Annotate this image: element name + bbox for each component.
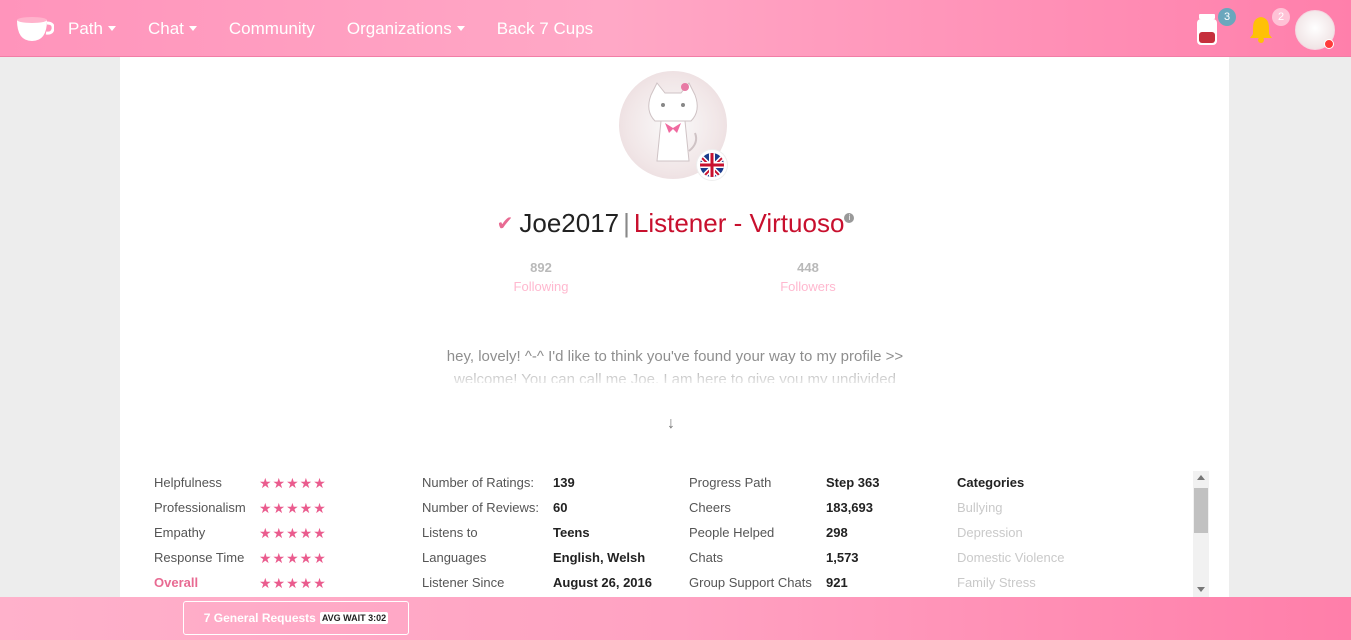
star-rating: ★★★★★ — [259, 525, 327, 541]
category-link[interactable]: Bullying — [957, 498, 1003, 518]
teacup-logo-icon[interactable] — [14, 11, 54, 47]
followers-count: 448 — [797, 260, 819, 275]
detail-label: Number of Reviews: — [422, 500, 540, 515]
progress-label: Cheers — [689, 500, 731, 515]
star-rating: ★★★★★ — [259, 500, 327, 516]
chevron-down-icon — [188, 26, 197, 31]
rating-label: Helpfulness — [154, 475, 222, 490]
bio-fade — [420, 360, 930, 390]
info-icon[interactable]: i — [844, 213, 855, 223]
detail-label: Listener Since — [422, 575, 505, 590]
nav-chat[interactable]: Chat — [148, 19, 197, 39]
profile-heading: ✔ Joe2017 | Listener - Virtuoso i — [0, 208, 1351, 239]
status-dot — [1324, 39, 1334, 49]
progress-label: Progress Path — [689, 475, 772, 490]
star-rating: ★★★★★ — [259, 575, 327, 591]
chevron-down-icon — [456, 26, 465, 31]
nav-organizations[interactable]: Organizations — [347, 19, 465, 39]
detail-value: 60 — [553, 500, 568, 515]
progress-label: People Helped — [689, 525, 775, 540]
progress-label: Chats — [689, 550, 723, 565]
followers-stat[interactable]: 448 Followers — [748, 260, 868, 294]
general-requests-button[interactable]: 7 General Requests AVG WAIT 3:02 — [183, 601, 409, 635]
stats-scrollbar[interactable] — [1193, 471, 1209, 597]
progress-value: 1,573 — [826, 550, 859, 565]
following-count: 892 — [530, 260, 552, 275]
followers-label: Followers — [780, 279, 836, 294]
main-nav: Path Chat Community Organizations Back 7… — [68, 0, 625, 57]
rating-label: Response Time — [154, 550, 245, 565]
scroll-down-arrow-icon[interactable] — [1197, 587, 1205, 592]
category-link[interactable]: Domestic Violence — [957, 548, 1064, 568]
expand-bio-arrow-icon[interactable]: ↓ — [667, 415, 675, 433]
progress-value: 921 — [826, 575, 848, 590]
star-rating: ★★★★★ — [259, 550, 327, 566]
detail-label: Listens to — [422, 525, 478, 540]
progress-value: Step 363 — [826, 475, 880, 490]
verified-check-icon: ✔ — [496, 213, 514, 235]
heading-separator: | — [623, 208, 630, 238]
listener-role: Listener - Virtuoso — [633, 208, 845, 238]
detail-value: Teens — [553, 525, 590, 540]
progress-value: 183,693 — [826, 500, 873, 515]
avg-wait-badge: AVG WAIT 3:02 — [319, 612, 389, 624]
progress-value: 298 — [826, 525, 848, 540]
notification-count-badge: 2 — [1272, 8, 1290, 26]
nav-path[interactable]: Path — [68, 19, 116, 39]
progress-label: Group Support Chats — [689, 575, 812, 590]
categories-heading: Categories — [957, 475, 1025, 490]
detail-value: August 26, 2016 — [553, 575, 652, 590]
overall-rating-label: Overall — [154, 575, 199, 590]
detail-value: English, Welsh — [553, 550, 646, 565]
detail-label: Number of Ratings: — [422, 475, 534, 490]
username: Joe2017 — [519, 208, 620, 238]
profile-stats: Helpfulness Professionalism Empathy Resp… — [154, 470, 1194, 597]
star-rating: ★★★★★ — [259, 475, 327, 491]
requests-label: 7 General Requests — [203, 611, 316, 625]
category-link[interactable]: Family Stress — [957, 573, 1036, 593]
jar-count-badge: 3 — [1218, 8, 1236, 26]
uk-flag-icon — [697, 150, 727, 180]
detail-label: Languages — [422, 550, 487, 565]
scroll-thumb[interactable] — [1194, 488, 1208, 533]
chevron-down-icon — [107, 26, 116, 31]
nav-community[interactable]: Community — [229, 19, 315, 39]
nav-back-7-cups[interactable]: Back 7 Cups — [497, 19, 593, 39]
rating-label: Empathy — [154, 525, 206, 540]
category-link[interactable]: Depression — [957, 523, 1023, 543]
following-stat[interactable]: 892 Following — [481, 260, 601, 294]
scroll-up-arrow-icon[interactable] — [1197, 475, 1205, 480]
jar-icon[interactable] — [1195, 14, 1219, 46]
following-label: Following — [513, 279, 569, 294]
top-navbar: Path Chat Community Organizations Back 7… — [0, 0, 1351, 57]
detail-value: 139 — [553, 475, 575, 490]
rating-label: Professionalism — [154, 500, 246, 515]
bell-icon[interactable] — [1249, 15, 1273, 43]
